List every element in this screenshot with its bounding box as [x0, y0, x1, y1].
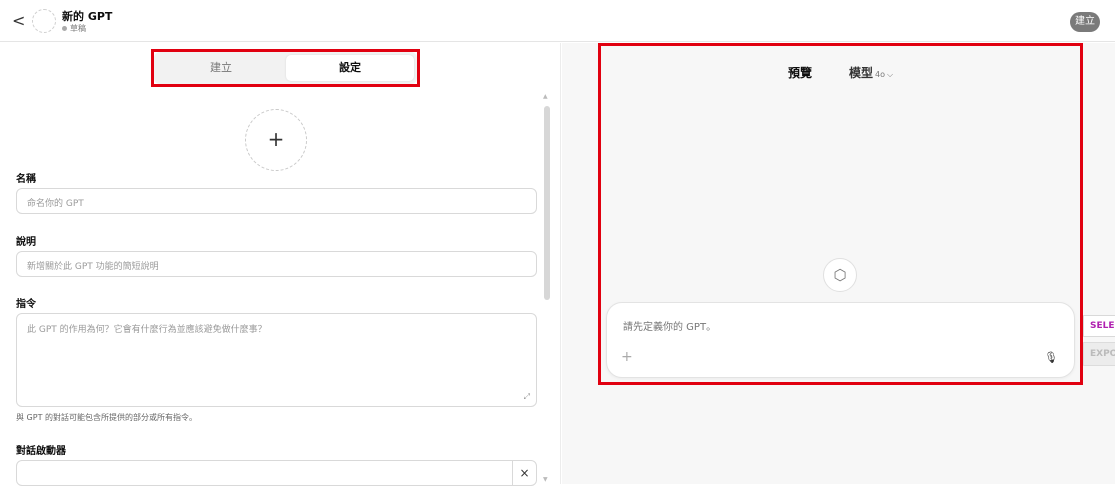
description-input[interactable]: 新增關於此 GPT 功能的簡短說明 — [16, 251, 537, 277]
cube-icon: ⬡ — [823, 258, 857, 292]
model-label: 模型 — [849, 66, 874, 80]
composer-placeholder: 請先定義你的 GPT。 — [623, 322, 717, 333]
scrollbar[interactable]: ▲ ▼ — [543, 93, 551, 483]
attach-plus-icon[interactable]: + — [621, 349, 633, 365]
name-input[interactable]: 命名你的 GPT — [16, 188, 537, 214]
select-button[interactable]: SELE — [1083, 315, 1115, 337]
scroll-down-icon[interactable]: ▼ — [543, 476, 548, 483]
export-button[interactable]: EXPO — [1083, 342, 1115, 366]
remove-starter-icon[interactable]: × — [512, 461, 536, 485]
back-arrow-icon[interactable]: < — [12, 11, 25, 31]
description-label: 說明 — [16, 237, 36, 248]
scroll-up-icon[interactable]: ▲ — [543, 93, 548, 100]
scroll-thumb[interactable] — [544, 106, 550, 300]
highlight-tabs-box — [151, 49, 420, 87]
gpt-title: 新的 GPT — [62, 10, 113, 23]
status-dot-icon — [62, 26, 67, 31]
top-bar: < 新的 GPT 草稿 建立 — [0, 0, 1115, 42]
avatar-upload-button[interactable]: + — [245, 109, 307, 171]
create-button[interactable]: 建立 — [1070, 12, 1100, 32]
message-composer[interactable]: 請先定義你的 GPT。 + 🎙 — [606, 302, 1075, 378]
instructions-label: 指令 — [16, 299, 36, 310]
microphone-icon[interactable]: 🎙 — [1044, 351, 1058, 364]
conversation-starter-input[interactable]: × — [16, 460, 537, 486]
model-selector[interactable]: 模型 4o ⌵ — [849, 64, 893, 81]
configure-panel: 建立 設定 + 名稱 命名你的 GPT 說明 新增關於此 GPT 功能的簡短說明… — [0, 43, 561, 486]
chevron-down-icon: ⌵ — [887, 70, 894, 79]
instructions-placeholder: 此 GPT 的作用為何？它會有什麼行為並應該避免做什麼事？ — [27, 325, 267, 335]
draft-status: 草稿 — [62, 23, 86, 34]
gpt-avatar — [32, 9, 56, 33]
instructions-textarea[interactable]: 此 GPT 的作用為何？它會有什麼行為並應該避免做什麼事？ ⤢ — [16, 313, 537, 407]
preview-title: 預覽 — [788, 66, 813, 80]
model-version: 4o — [875, 70, 885, 79]
conversation-starters-label: 對話啟動器 — [16, 446, 66, 457]
instructions-hint: 與 GPT 的對話可能包含所提供的部分或所有指令。 — [16, 413, 197, 422]
name-label: 名稱 — [16, 174, 36, 185]
status-label: 草稿 — [70, 24, 86, 33]
resize-handle-icon[interactable]: ⤢ — [524, 392, 530, 402]
